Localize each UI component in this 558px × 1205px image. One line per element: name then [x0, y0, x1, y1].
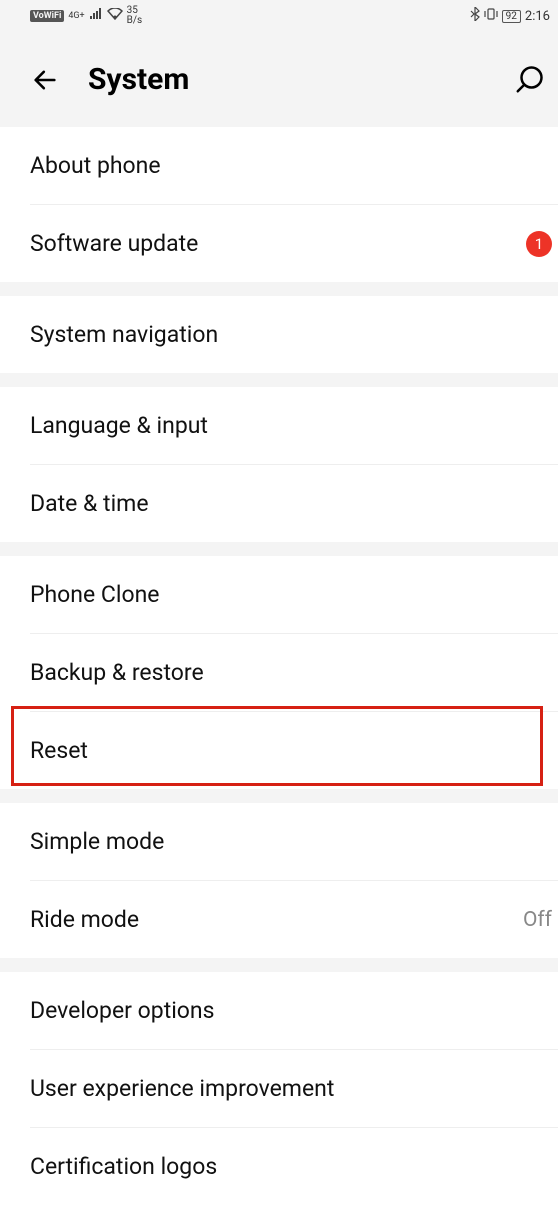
bluetooth-icon: [470, 7, 480, 25]
settings-list: About phone Software update 1 System naviga…: [0, 127, 558, 1205]
item-right: 1: [526, 231, 552, 257]
status-left: VoWiFi 4G+ 35 B/s: [30, 6, 142, 26]
settings-group: Developer options User experience improve…: [0, 972, 558, 1205]
arrow-left-icon: [31, 66, 59, 94]
item-label: System navigation: [30, 321, 218, 348]
speed-indicator: 35 B/s: [127, 6, 143, 26]
item-label: Reset: [30, 737, 88, 764]
software-update-item[interactable]: Software update 1: [0, 205, 558, 282]
vowifi-badge: VoWiFi: [30, 10, 64, 22]
date-time-item[interactable]: Date & time: [0, 465, 558, 542]
item-label: Ride mode: [30, 906, 139, 933]
item-label: Backup & restore: [30, 659, 204, 686]
about-phone-item[interactable]: About phone: [0, 127, 558, 204]
item-label: Date & time: [30, 490, 149, 517]
settings-group: Simple mode Ride mode Off: [0, 803, 558, 958]
item-label: Language & input: [30, 412, 208, 439]
back-button[interactable]: [28, 63, 62, 97]
status-right: 92 2:16: [470, 7, 550, 25]
vibrate-icon: [484, 7, 498, 25]
item-label: Certification logos: [30, 1153, 217, 1180]
simple-mode-item[interactable]: Simple mode: [0, 803, 558, 880]
notification-badge: 1: [526, 231, 552, 257]
time: 2:16: [525, 9, 550, 24]
status-bar: VoWiFi 4G+ 35 B/s 92 2:16: [0, 0, 558, 32]
item-value: Off: [523, 908, 552, 932]
item-label: Simple mode: [30, 828, 164, 855]
developer-options-item[interactable]: Developer options: [0, 972, 558, 1049]
signal-icon: [89, 8, 103, 24]
page-title: System: [88, 62, 488, 97]
item-label: User experience improvement: [30, 1075, 334, 1102]
settings-group: About phone Software update 1: [0, 127, 558, 282]
item-label: About phone: [30, 152, 161, 179]
certification-logos-item[interactable]: Certification logos: [0, 1128, 558, 1205]
item-label: Software update: [30, 230, 198, 257]
battery-indicator: 92: [502, 10, 521, 23]
reset-item[interactable]: Reset: [0, 712, 558, 789]
user-experience-item[interactable]: User experience improvement: [0, 1050, 558, 1127]
item-label: Developer options: [30, 997, 215, 1024]
system-navigation-item[interactable]: System navigation: [0, 296, 558, 373]
header: System: [0, 32, 558, 127]
item-label: Phone Clone: [30, 581, 159, 608]
phone-clone-item[interactable]: Phone Clone: [0, 556, 558, 633]
backup-restore-item[interactable]: Backup & restore: [0, 634, 558, 711]
search-button[interactable]: [514, 65, 544, 95]
settings-group: Language & input Date & time: [0, 387, 558, 542]
wifi-icon: [107, 8, 123, 24]
item-right: Off: [523, 908, 552, 932]
settings-group: Phone Clone Backup & restore Reset: [0, 556, 558, 789]
network-indicator: 4G+: [68, 12, 84, 21]
settings-group: System navigation: [0, 296, 558, 373]
ride-mode-item[interactable]: Ride mode Off: [0, 881, 558, 958]
search-icon: [514, 65, 544, 95]
language-input-item[interactable]: Language & input: [0, 387, 558, 464]
